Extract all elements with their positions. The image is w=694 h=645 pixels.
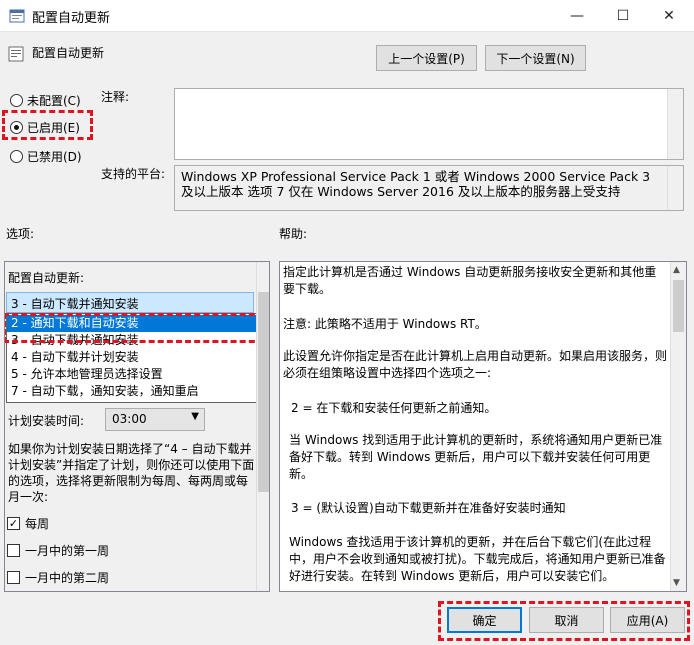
radio-label: 未配置(C) bbox=[27, 94, 81, 108]
chevron-down-icon: ▼ bbox=[191, 411, 199, 422]
radio-not-configured[interactable]: 未配置(C) bbox=[10, 92, 81, 109]
radio-disabled[interactable]: 已禁用(D) bbox=[10, 148, 82, 165]
radio-label: 已禁用(D) bbox=[27, 150, 82, 164]
scrollbar-thumb[interactable] bbox=[673, 280, 684, 332]
radio-indicator[interactable] bbox=[10, 94, 23, 107]
checkbox-first-week[interactable]: 一月中的第一周 bbox=[7, 542, 109, 559]
platform-scrollbar[interactable] bbox=[667, 166, 683, 210]
close-button[interactable]: ✕ bbox=[646, 0, 692, 32]
options-pane: 配置自动更新: 3 - 自动下载并通知安装 2 - 通知下载和自动安装 3 - … bbox=[4, 261, 270, 592]
previous-setting-button[interactable]: 上一个设置(P) bbox=[376, 45, 477, 71]
platform-box: Windows XP Professional Service Pack 1 或… bbox=[174, 165, 684, 211]
scrollbar-thumb[interactable] bbox=[258, 292, 269, 492]
window-title: 配置自动更新 bbox=[32, 11, 111, 26]
configure-updates-label: 配置自动更新: bbox=[8, 271, 85, 285]
checkbox-weekly[interactable]: ✓ 每周 bbox=[7, 515, 49, 532]
help-paragraph: 注意: 此策略不适用于 Windows RT。 bbox=[283, 317, 487, 331]
help-paragraph: Windows 查找适用于该计算机的更新，并在后台下载它们(在此过程中，用户不会… bbox=[289, 535, 666, 583]
schedule-description: 如果你为计划安装日期选择了“4 – 自动下载并计划安装”并指定了计划，则你还可以… bbox=[8, 442, 255, 504]
checkbox-label: 每周 bbox=[25, 517, 50, 531]
help-paragraph: 指定此计算机是否通过 Windows 自动更新服务接收安全更新和其他重要下载。 bbox=[283, 265, 657, 296]
checkbox-indicator[interactable] bbox=[7, 571, 20, 584]
dropdown-option[interactable]: 5 - 允许本地管理员选择设置 bbox=[7, 366, 265, 383]
dropdown-option[interactable]: 7 - 自动下载，通知安装，通知重启 bbox=[7, 383, 265, 400]
dropdown-option[interactable]: 4 - 自动下载并计划安装 bbox=[7, 349, 265, 366]
scroll-up-icon[interactable]: ▲ bbox=[673, 265, 680, 275]
comment-textarea[interactable] bbox=[174, 88, 684, 160]
schedule-time-value: 03:00 bbox=[112, 412, 147, 426]
annotation-highlight-enabled bbox=[2, 110, 93, 140]
help-paragraph: 2 = 在下载和安装任何更新之前通知。 bbox=[291, 401, 497, 415]
options-scrollbar[interactable] bbox=[256, 262, 269, 591]
platform-label: 支持的平台: bbox=[101, 167, 166, 181]
comment-label: 注释: bbox=[101, 90, 130, 104]
platform-text: Windows XP Professional Service Pack 1 或… bbox=[181, 169, 651, 199]
scroll-down-icon[interactable]: ▼ bbox=[673, 578, 680, 588]
annotation-highlight-option bbox=[5, 313, 269, 343]
schedule-time-label: 计划安装时间: bbox=[8, 414, 85, 428]
ok-button[interactable]: 确定 bbox=[447, 607, 522, 633]
checkbox-indicator[interactable] bbox=[7, 544, 20, 557]
policy-settings-icon bbox=[9, 9, 25, 23]
cancel-button[interactable]: 取消 bbox=[529, 607, 604, 633]
help-pane: 指定此计算机是否通过 Windows 自动更新服务接收安全更新和其他重要下载。 … bbox=[279, 261, 687, 592]
radio-indicator[interactable] bbox=[10, 150, 23, 163]
configure-updates-dropdown[interactable]: 3 - 自动下载并通知安装 bbox=[6, 292, 254, 313]
help-paragraph: 3 = (默认设置)自动下载更新并在准备好安装时通知 bbox=[291, 501, 566, 515]
maximize-button[interactable]: ☐ bbox=[600, 0, 646, 32]
checkbox-label: 一月中的第一周 bbox=[25, 544, 110, 558]
policy-icon bbox=[8, 46, 24, 62]
checkbox-indicator[interactable]: ✓ bbox=[7, 517, 20, 530]
schedule-time-select[interactable]: 03:00 ▼ bbox=[105, 408, 205, 431]
apply-button[interactable]: 应用(A) bbox=[610, 607, 685, 633]
policy-title: 配置自动更新 bbox=[32, 46, 105, 60]
help-paragraph: 此设置允许你指定是否在此计算机上启用自动更新。如果启用该服务，则必须在组策略设置… bbox=[283, 349, 668, 380]
help-label: 帮助: bbox=[279, 227, 308, 241]
help-paragraph: 当 Windows 找到适用于此计算机的更新时，系统将通知用户更新已准备好下载。… bbox=[289, 433, 663, 481]
next-setting-button[interactable]: 下一个设置(N) bbox=[485, 45, 586, 71]
options-label: 选项: bbox=[6, 227, 35, 241]
minimize-button[interactable]: — bbox=[554, 0, 600, 32]
comment-scrollbar[interactable] bbox=[667, 89, 683, 159]
checkbox-second-week[interactable]: 一月中的第二周 bbox=[7, 569, 109, 586]
checkbox-label: 一月中的第二周 bbox=[25, 571, 110, 585]
help-scrollbar[interactable]: ▲ ▼ bbox=[670, 262, 686, 591]
